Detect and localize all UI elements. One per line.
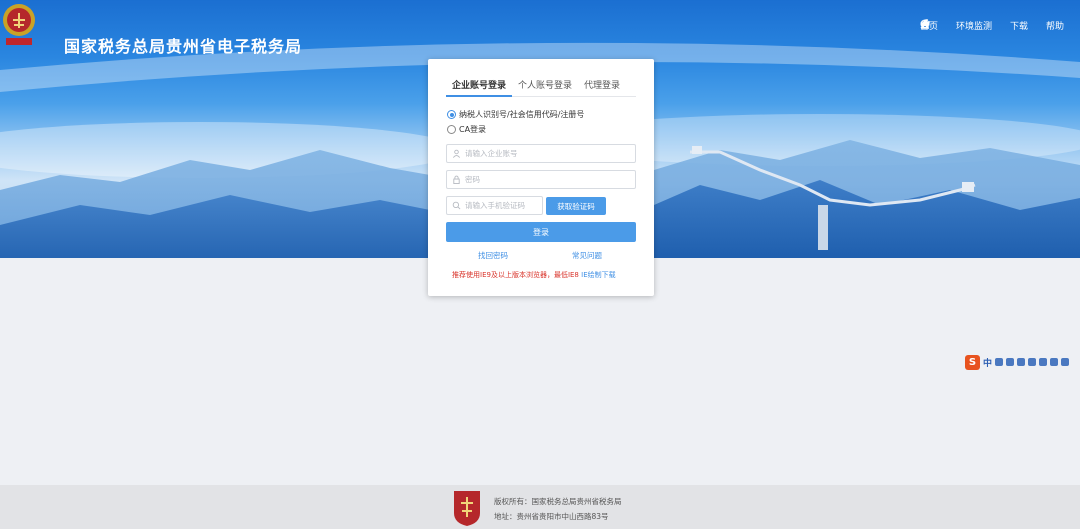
user-center-icon[interactable] [1039, 358, 1048, 366]
tax-emblem-icon [3, 4, 35, 45]
ime-toolbar: S 中 [965, 354, 1080, 370]
forgot-password-link[interactable]: 找回密码 [478, 250, 508, 261]
radio-ca-login[interactable]: CA登录 [447, 124, 486, 135]
password-input[interactable] [465, 175, 625, 184]
emoji-icon[interactable] [1006, 358, 1015, 366]
punctuation-icon[interactable] [995, 358, 1004, 366]
notice-text: 推荐使用IE9及以上版本浏览器，最低IE8 [452, 271, 579, 279]
nav-help[interactable]: 帮助 [920, 19, 1064, 32]
user-icon [452, 149, 461, 158]
top-nav: 首页 环境监测 下载 帮助 [920, 19, 1064, 32]
sogou-logo-icon[interactable]: S [965, 354, 980, 370]
microphone-icon[interactable] [1017, 358, 1026, 366]
tab-agent-login[interactable]: 代理登录 [578, 75, 626, 97]
radio-label: CA登录 [459, 125, 487, 134]
footer-address: 地址：贵州省贵阳市中山西路83号 [494, 512, 609, 521]
nav-environment-check[interactable]: 环境监测 [920, 19, 992, 32]
nav-label: 环境监测 [955, 22, 992, 32]
password-field[interactable] [446, 170, 636, 189]
get-sms-code-button[interactable]: 获取验证码 [546, 197, 606, 215]
info-icon [920, 19, 930, 29]
ie-download-link[interactable]: IE绘制下载 [581, 271, 616, 279]
radio-button[interactable] [447, 125, 456, 134]
radio-taxpayer-id[interactable]: 纳税人识别号/社会信用代码/注册号 [447, 109, 584, 120]
lock-icon [453, 175, 460, 184]
skin-icon[interactable] [1050, 358, 1059, 366]
ime-language-toggle[interactable]: 中 [983, 356, 992, 369]
sms-code-field[interactable] [446, 196, 543, 215]
login-button[interactable]: 登录 [446, 222, 636, 242]
browser-notice: 推荐使用IE9及以上版本浏览器，最低IE8 IE绘制下载 [452, 270, 616, 280]
login-tabs: 企业账号登录 个人账号登录 代理登录 [446, 75, 636, 97]
nav-download[interactable]: 下载 [920, 19, 1028, 32]
nav-label: 下载 [1009, 22, 1028, 32]
nav-label: 帮助 [1045, 22, 1064, 32]
sms-code-input[interactable] [465, 201, 543, 210]
search-icon [452, 201, 461, 210]
account-input[interactable] [465, 149, 625, 158]
account-field[interactable] [446, 144, 636, 163]
tab-enterprise-login[interactable]: 企业账号登录 [446, 75, 513, 97]
keyboard-icon[interactable] [1028, 358, 1037, 366]
toolbox-icon[interactable] [1061, 358, 1070, 366]
site-title: 国家税务总局贵州省电子税务局 [64, 37, 303, 56]
radio-label: 纳税人识别号/社会信用代码/注册号 [459, 110, 585, 119]
radio-button-checked[interactable] [447, 110, 456, 119]
login-card: 企业账号登录 个人账号登录 代理登录 纳税人识别号/社会信用代码/注册号 CA登… [428, 59, 654, 296]
tax-shield-icon [454, 491, 480, 526]
faq-link[interactable]: 常见问题 [572, 250, 602, 261]
tab-personal-login[interactable]: 个人账号登录 [512, 75, 578, 97]
footer: 版权所有：国家税务总局贵州省税务局 地址：贵州省贵阳市中山西路83号 [0, 485, 1080, 529]
footer-copyright: 版权所有：国家税务总局贵州省税务局 [494, 497, 622, 506]
